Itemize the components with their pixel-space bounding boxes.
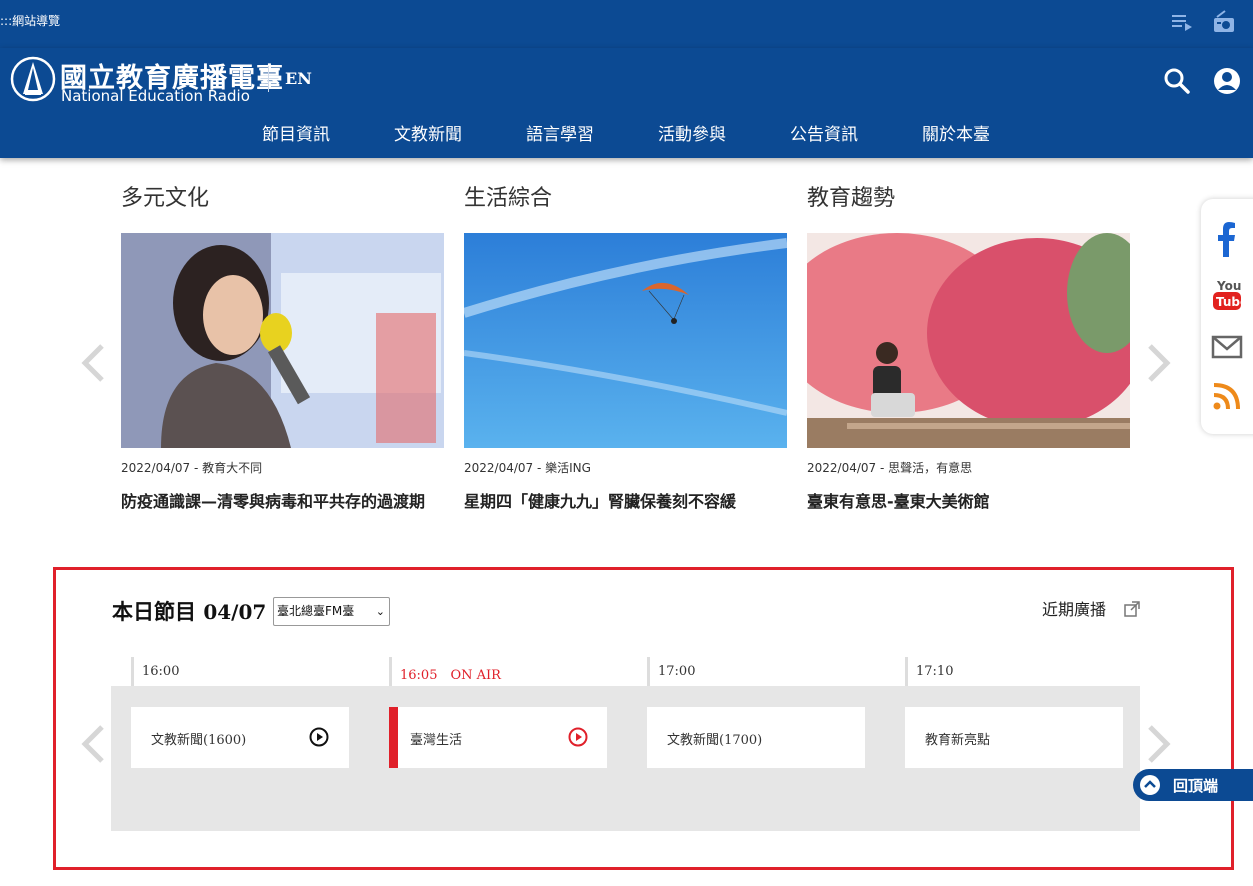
timeline-tick (131, 657, 134, 687)
schedule-date: 04/07 (203, 600, 267, 624)
slot-time: 17:00 (658, 664, 696, 679)
chevron-down-icon: ⌄ (375, 605, 385, 618)
play-icon[interactable] (309, 727, 329, 747)
nav-item-language[interactable]: 語言學習 (494, 120, 626, 145)
program-name: 教育新亮點 (925, 733, 991, 748)
back-to-top-button[interactable]: 回頂端 (1133, 769, 1253, 801)
timeline-tick (647, 657, 650, 687)
carousel-next-arrow-icon[interactable] (1146, 343, 1172, 383)
station-select[interactable]: 臺北總臺FM臺 ⌄ (273, 597, 390, 626)
category-title: 多元文化 (121, 186, 210, 211)
facebook-icon[interactable] (1211, 221, 1243, 257)
news-image[interactable] (464, 233, 787, 448)
news-headline[interactable]: 防疫通識課—清零與病毒和平共存的過渡期 (121, 488, 441, 515)
schedule-next-arrow-icon[interactable] (1146, 724, 1172, 764)
nav-item-announcements[interactable]: 公告資訊 (758, 120, 890, 145)
nav-item-about[interactable]: 關於本臺 (890, 120, 1022, 145)
sitemap-link[interactable]: :::網站導覽 (0, 12, 60, 29)
svg-text:You: You (1216, 279, 1241, 293)
news-meta: 2022/04/07 - 樂活ING (464, 461, 591, 475)
nav-item-programs[interactable]: 節目資訊 (230, 120, 362, 145)
program-name: 文教新聞(1700) (667, 733, 763, 748)
back-to-top-label: 回頂端 (1173, 777, 1219, 795)
station-selected-value: 臺北總臺FM臺 (277, 604, 355, 618)
recent-broadcasts-link[interactable]: 近期廣播 (1042, 596, 1106, 620)
youtube-icon[interactable]: You Tube (1211, 277, 1248, 313)
slot-time: 16:00 (142, 664, 180, 679)
news-meta: 2022/04/07 - 教育大不同 (121, 461, 263, 475)
slot-time: 17:10 (916, 664, 954, 679)
schedule-prev-arrow-icon[interactable] (80, 724, 106, 764)
news-headline[interactable]: 星期四「健康九九」腎臟保養刻不容緩 (464, 488, 784, 515)
program-card[interactable]: 文教新聞(1600) (131, 707, 349, 768)
user-icon[interactable] (1213, 67, 1241, 95)
program-card[interactable]: 教育新亮點 (905, 707, 1123, 768)
search-icon[interactable] (1163, 67, 1191, 95)
mail-icon[interactable] (1211, 329, 1243, 365)
news-headline[interactable]: 臺東有意思-臺東大美術館 (807, 488, 1127, 515)
slot-time-on-air: 16:05 ON AIR (400, 668, 501, 683)
program-card[interactable]: 文教新聞(1700) (647, 707, 865, 768)
news-image[interactable] (807, 233, 1130, 448)
main-nav: 節目資訊 文教新聞 語言學習 活動參與 公告資訊 關於本臺 (230, 120, 1022, 145)
svg-text:Tube: Tube (1216, 295, 1243, 309)
timeline-tick (389, 657, 392, 687)
playlist-icon[interactable] (1170, 10, 1196, 34)
timeline-tick (905, 657, 908, 687)
top-utility-bar: :::網站導覽 (0, 0, 1253, 48)
chevron-up-icon (1139, 774, 1161, 796)
carousel-prev-arrow-icon[interactable] (80, 343, 106, 383)
social-sidebar: You Tube (1201, 199, 1253, 434)
site-header: 國立教育廣播電臺 National Education Radio EN 節目資… (0, 48, 1253, 158)
category-title: 教育趨勢 (807, 186, 896, 211)
program-name: 臺灣生活 (410, 733, 463, 748)
logo-english-title[interactable]: National Education Radio (61, 87, 250, 105)
rss-icon[interactable] (1211, 377, 1243, 413)
program-name: 文教新聞(1600) (151, 733, 247, 748)
nav-item-news[interactable]: 文教新聞 (362, 120, 494, 145)
category-title: 生活綜合 (464, 186, 553, 211)
program-card-on-air[interactable]: 臺灣生活 (389, 707, 607, 768)
ner-logo-icon[interactable] (10, 56, 56, 102)
schedule-title: 本日節目 04/07 (112, 600, 267, 624)
radio-icon[interactable] (1211, 10, 1237, 34)
news-image[interactable] (121, 233, 444, 448)
logo-divider (268, 66, 269, 92)
external-link-icon[interactable] (1124, 601, 1140, 617)
news-meta: 2022/04/07 - 思聲活，有意思 (807, 461, 973, 475)
nav-item-activities[interactable]: 活動參與 (626, 120, 758, 145)
english-site-link[interactable]: EN (285, 69, 312, 88)
play-icon[interactable] (568, 727, 588, 747)
